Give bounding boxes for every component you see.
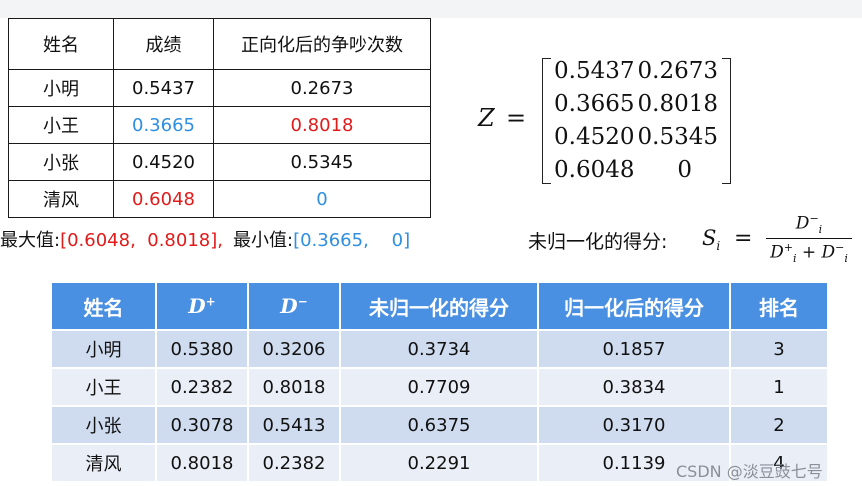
cell-d-minus: 0.2382 <box>248 444 341 483</box>
cell-name: 小王 <box>8 106 114 144</box>
formula-text: 未归一化的得分: <box>528 231 668 253</box>
cell-d-plus: 0.2382 <box>156 368 249 407</box>
table-row: 小王 0.3665 0.8018 <box>8 106 431 144</box>
header-name: 姓名 <box>52 283 157 331</box>
max-min-line: 最大值:[0.6048, 0.8018], 最小值:[0.3665, 0] <box>0 226 410 252</box>
cell-d-minus: 0.5413 <box>248 406 341 445</box>
cell-quarrels: 0.2673 <box>213 69 431 107</box>
cell-quarrels: 0.5345 <box>213 143 431 181</box>
cell-d-minus: 0.8018 <box>248 368 341 407</box>
cell-rank: 1 <box>730 368 829 407</box>
cell-name: 小王 <box>52 368 157 407</box>
cell-raw-score: 0.3734 <box>340 330 539 369</box>
cell-score-min: 0.3665 <box>113 106 214 144</box>
matrix-row: 0.3665 0.8018 <box>554 91 724 125</box>
min-label: 最小值: <box>232 230 294 251</box>
matrix-cell: 0 <box>677 157 692 183</box>
max-value: [0.6048, 0.8018], <box>60 230 223 251</box>
cell-raw-score: 0.7709 <box>340 368 539 407</box>
cell-score: 0.4520 <box>113 143 214 181</box>
table-row: 小张 0.4520 0.5345 <box>8 143 431 181</box>
cell-name: 小张 <box>8 143 114 181</box>
left-bracket <box>542 58 551 184</box>
matrix-cell: 0.3665 <box>554 91 635 117</box>
cell-name: 小明 <box>8 69 114 107</box>
formula-denominator: D+i + D−i <box>770 241 848 266</box>
header-raw-score: 未归一化的得分 <box>340 283 539 331</box>
cell-d-plus: 0.8018 <box>156 444 249 483</box>
matrix-label: Z <box>478 104 495 132</box>
header-name: 姓名 <box>8 18 114 70</box>
matrix-row: 0.5437 0.2673 <box>554 58 724 92</box>
matrix-row: 0.4520 0.5345 <box>554 124 724 158</box>
cell-norm-score: 0.3170 <box>538 406 731 445</box>
score-table: 姓名 成绩 正向化后的争吵次数 小明 0.5437 0.2673 小王 0.36… <box>8 18 431 218</box>
cell-score-max: 0.6048 <box>113 180 214 218</box>
header-d-plus: D+ <box>156 283 249 331</box>
cell-norm-score: 0.1857 <box>538 330 731 369</box>
result-table: 姓名 D+ D− 未归一化的得分 归一化后的得分 排名 小明 0.5380 0.… <box>52 283 829 483</box>
min-value: [0.3665, 0] <box>293 230 411 251</box>
cell-rank: 2 <box>730 406 829 445</box>
cell-score: 0.5437 <box>113 69 214 107</box>
cell-rank: 3 <box>730 330 829 369</box>
top-band <box>0 0 862 18</box>
cell-name: 清风 <box>52 444 157 483</box>
matrix-cell: 0.5345 <box>637 124 718 150</box>
cell-name: 小明 <box>52 330 157 369</box>
table-header-row: 姓名 D+ D− 未归一化的得分 归一化后的得分 排名 <box>52 283 829 331</box>
max-label: 最大值: <box>0 230 61 251</box>
table-header-row: 姓名 成绩 正向化后的争吵次数 <box>8 18 431 70</box>
table-row: 小王 0.2382 0.8018 0.7709 0.3834 1 <box>52 368 829 407</box>
cell-norm-score: 0.3834 <box>538 368 731 407</box>
header-norm-score: 归一化后的得分 <box>538 283 731 331</box>
cell-quarrels-max: 0.8018 <box>213 106 431 144</box>
watermark: CSDN @淡豆豉七号 <box>676 462 823 481</box>
cell-name: 清风 <box>8 180 114 218</box>
header-score: 成绩 <box>113 18 214 70</box>
header-rank: 排名 <box>730 283 829 331</box>
matrix-cell: 0.2673 <box>637 58 718 84</box>
cell-raw-score: 0.2291 <box>340 444 539 483</box>
formula-numerator: D−i <box>795 212 823 237</box>
table-row: 清风 0.6048 0 <box>8 180 431 218</box>
matrix-cell: 0.6048 <box>554 157 635 183</box>
matrix-cell: 0.8018 <box>637 91 718 117</box>
cell-raw-score: 0.6375 <box>340 406 539 445</box>
table-row: 小明 0.5437 0.2673 <box>8 69 431 107</box>
formula-fraction: D−i D+i + D−i <box>766 212 852 266</box>
table-row: 小张 0.3078 0.5413 0.6375 0.3170 2 <box>52 406 829 445</box>
header-d-minus: D− <box>248 283 341 331</box>
cell-name: 小张 <box>52 406 157 445</box>
formula-equals: = <box>734 226 753 251</box>
formula-lhs: Si <box>702 226 721 254</box>
matrix-equals: = <box>506 104 527 132</box>
matrix-cell: 0.4520 <box>554 124 635 150</box>
cell-quarrels-min: 0 <box>213 180 431 218</box>
matrix-cell: 0.5437 <box>554 58 635 84</box>
cell-d-plus: 0.5380 <box>156 330 249 369</box>
matrix-row: 0.6048 0 <box>554 157 724 191</box>
header-quarrels: 正向化后的争吵次数 <box>213 18 431 70</box>
cell-d-plus: 0.3078 <box>156 406 249 445</box>
fraction-bar <box>766 238 852 239</box>
cell-d-minus: 0.3206 <box>248 330 341 369</box>
table-row: 小明 0.5380 0.3206 0.3734 0.1857 3 <box>52 330 829 369</box>
